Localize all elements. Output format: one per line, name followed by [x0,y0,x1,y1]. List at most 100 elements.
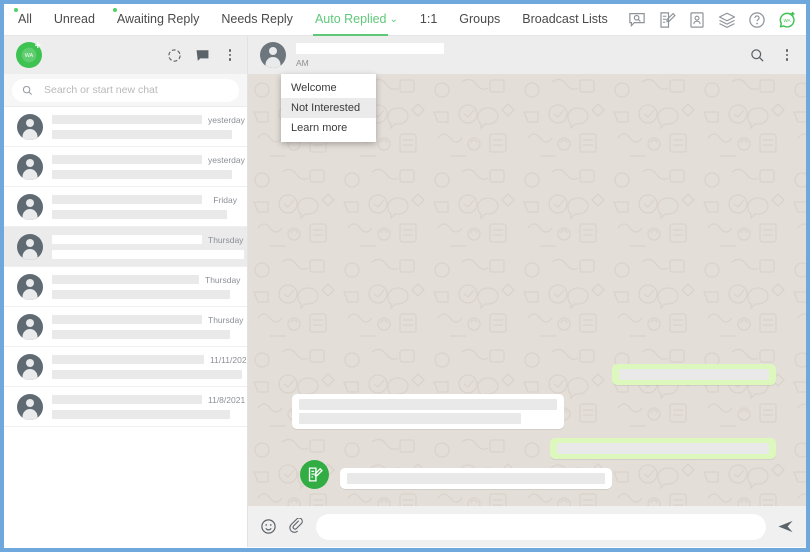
list-item-body: Thursday [52,315,243,339]
search-icon [22,85,33,95]
chat-header: AM [248,36,806,74]
tab-auto-replied[interactable]: Auto Replied ⌄ [312,12,398,36]
menu-dots-icon[interactable] [223,48,237,63]
tab-one-to-one[interactable]: 1:1 [420,12,437,27]
list-item-time: Friday [213,194,237,205]
tab-label: Unread [53,12,95,26]
paperclip-icon[interactable] [288,518,305,535]
tab-label: Groups [459,12,501,26]
tab-label: 1:1 [419,12,438,26]
last-message-redacted [52,169,232,179]
message-text-redacted [299,413,521,424]
message-bubble-incoming[interactable] [292,394,564,429]
avatar [17,153,43,180]
message-text-redacted [347,473,605,484]
list-item-body: 11/8/2021 [52,395,245,419]
menu-item-welcome[interactable]: Welcome [281,78,376,98]
chat-sidebar: WA + Search or start new chat yesterday … [4,36,248,547]
svg-text:WA: WA [783,18,790,23]
tab-unread[interactable]: Unread [54,12,95,27]
top-action-icons: WA [628,4,796,36]
emoji-smiley-icon[interactable] [260,518,277,535]
contact-name-redacted [52,395,202,404]
list-item-time: Thursday [208,234,244,245]
search-placeholder: Search or start new chat [44,84,158,96]
list-item[interactable]: Thursday [4,227,247,267]
tab-broadcast-lists[interactable]: Broadcast Lists [522,12,607,27]
message-composer [248,506,806,547]
message-row [292,394,776,429]
message-text-redacted [299,399,557,410]
unread-dot-icon [112,8,117,12]
contact-card-icon[interactable] [688,11,706,29]
add-whatsapp-account-icon[interactable]: WA [778,11,796,29]
message-bubble-incoming[interactable] [340,468,612,489]
note-compose-icon[interactable] [300,460,329,489]
tab-label: Awaiting Reply [116,12,200,26]
list-item[interactable]: yesterday [4,107,247,147]
chevron-down-icon[interactable]: ⌄ [390,14,398,25]
list-item[interactable]: 11/8/2021 [4,387,247,427]
app-window: All Unread Awaiting Reply Needs Reply Au… [4,4,806,548]
search-icon[interactable] [750,48,765,63]
avatar[interactable] [260,42,286,68]
layers-icon[interactable] [718,11,736,29]
help-circle-icon[interactable] [748,11,766,29]
menu-item-not-interested[interactable]: Not Interested [281,98,376,118]
auto-replied-dropdown-menu[interactable]: Welcome Not Interested Learn more [281,74,376,142]
unread-dot-icon [14,8,18,12]
account-avatar[interactable]: WA + [16,41,42,68]
chat-list[interactable]: yesterday yesterday Friday Thursday Thur… [4,107,247,547]
avatar [17,313,43,340]
list-item-body: 11/11/2021 [52,355,247,379]
tab-groups[interactable]: Groups [459,12,500,27]
new-chat-icon[interactable] [195,48,210,63]
contact-name-redacted [52,275,199,284]
contact-name-redacted [52,355,204,364]
list-item-time: 11/11/2021 [210,354,247,365]
list-item[interactable]: yesterday [4,147,247,187]
tab-label: Auto Replied [314,12,387,26]
avatar [17,393,43,420]
list-item-body: Friday [52,195,237,219]
search-message-icon[interactable] [628,11,646,29]
last-message-redacted [52,409,230,419]
sidebar-header-icons [167,48,237,63]
tab-awaiting-reply[interactable]: Awaiting Reply [112,8,200,27]
last-message-redacted [52,129,232,139]
contact-name-redacted [52,195,202,204]
note-glyph-icon [308,467,323,482]
list-item[interactable]: Friday [4,187,247,227]
list-item[interactable]: 11/11/2021 [4,347,247,387]
menu-item-learn-more[interactable]: Learn more [281,118,376,138]
send-arrow-icon[interactable] [777,518,794,535]
message-bubble-outgoing[interactable] [550,438,776,459]
message-text-redacted [619,369,769,380]
chat-header-body: AM [296,42,750,68]
tab-label: All [18,12,32,26]
svg-text:WA: WA [25,53,34,59]
tab-needs-reply[interactable]: Needs Reply [221,12,293,27]
contact-name-redacted [52,315,202,324]
avatar [17,113,43,140]
status-ring-icon[interactable] [167,48,182,63]
message-bubble-outgoing[interactable] [612,364,776,385]
search-input[interactable]: Search or start new chat [12,78,239,102]
compose-note-icon[interactable] [658,11,676,29]
list-item-time: 11/8/2021 [208,394,246,405]
list-item-body: yesterday [52,155,245,179]
chat-title-redacted [296,42,444,54]
menu-dots-icon[interactable] [780,48,794,63]
tab-label: Broadcast Lists [522,12,608,26]
message-row [292,460,776,489]
list-item-time: yesterday [208,114,245,125]
last-message-redacted [52,369,242,379]
list-item[interactable]: Thursday [4,307,247,347]
contact-name-redacted [52,155,202,164]
tab-all[interactable]: All [14,8,32,27]
message-input[interactable] [316,513,766,540]
avatar [17,193,43,220]
list-item[interactable]: Thursday [4,267,247,307]
list-item-body: yesterday [52,115,245,139]
list-item-body: Thursday [52,235,244,259]
